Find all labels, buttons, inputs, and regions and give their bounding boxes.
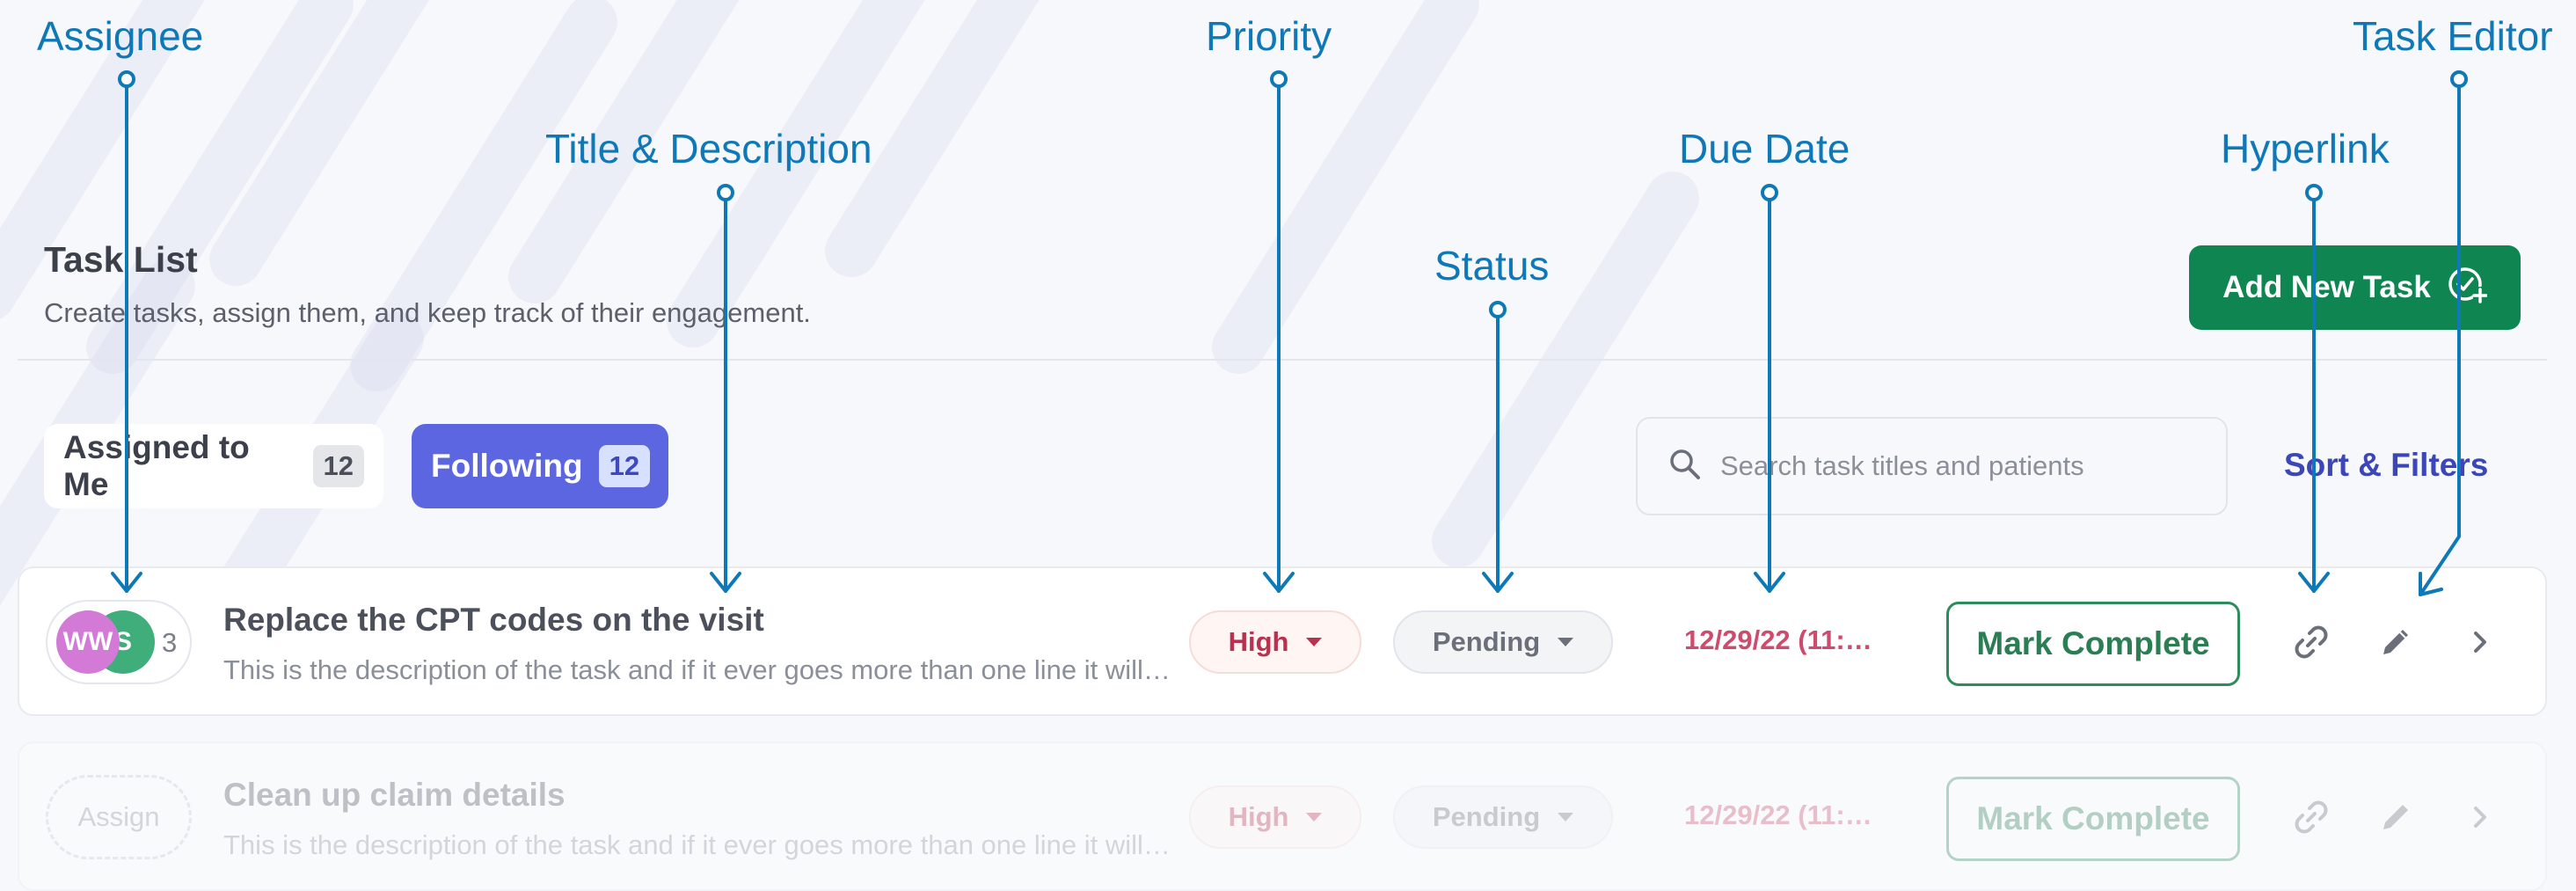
annotation-arrow-priority [1263,70,1295,593]
page-title: Task List [44,239,198,280]
task-title[interactable]: Replace the CPT codes on the visit [223,602,764,639]
search-box [1636,417,2228,515]
annotation-due-date: Due Date [1679,126,1850,172]
pencil-icon[interactable] [2375,796,2417,838]
tab-count-badge: 12 [598,445,651,487]
page-subtitle: Create tasks, assign them, and keep trac… [44,297,811,328]
task-row[interactable]: WW S 3 Replace the CPT codes on the visi… [18,566,2547,716]
due-date: 12/29/22 (11:00 AM) [1684,800,1878,830]
priority-value: High [1228,626,1289,657]
status-value: Pending [1432,801,1541,832]
add-new-task-button[interactable]: Add New Task [2189,245,2521,330]
annotation-hyperlink: Hyperlink [2221,126,2390,172]
annotation-status: Status [1434,243,1550,288]
assignee-group[interactable]: WW S 3 [46,600,192,684]
caret-down-icon [1306,638,1323,646]
avatar: WW [56,610,120,674]
search-icon [1667,447,1703,486]
annotation-arrow-status [1482,301,1514,593]
chevron-right-icon[interactable] [2459,621,2501,663]
link-icon[interactable] [2290,621,2332,663]
task-row[interactable]: Assign Clean up claim details This is th… [18,741,2547,891]
tab-count-badge: 12 [312,445,364,487]
chevron-right-icon[interactable] [2459,796,2501,838]
priority-value: High [1228,801,1289,832]
caret-down-icon [1306,813,1323,822]
mark-complete-button[interactable]: Mark Complete [1946,777,2240,861]
annotation-arrow-task-editor [2419,70,2468,596]
annotation-arrow-title [710,184,741,593]
status-dropdown[interactable]: Pending [1393,610,1613,674]
header-divider [18,359,2547,361]
annotation-assignee: Assignee [37,13,204,59]
caret-down-icon [1558,813,1574,822]
tab-assigned-to-me[interactable]: Assigned to Me 12 [44,424,383,508]
assignee-count: 3 [162,627,178,658]
tab-label: Following [431,448,583,484]
mark-complete-button[interactable]: Mark Complete [1946,602,2240,686]
annotation-title-description: Title & Description [545,126,872,172]
annotation-arrow-assignee [111,70,142,593]
add-new-task-label: Add New Task [2222,270,2431,304]
status-value: Pending [1432,626,1541,657]
task-description: This is the description of the task and … [223,829,1173,860]
sort-filters-link[interactable]: Sort & Filters [2284,447,2488,484]
status-dropdown[interactable]: Pending [1393,785,1613,849]
task-title[interactable]: Clean up claim details [223,777,566,814]
assign-button[interactable]: Assign [46,775,192,859]
tab-following[interactable]: Following 12 [412,424,668,508]
tab-label: Assigned to Me [63,429,250,502]
link-icon[interactable] [2290,796,2332,838]
pencil-icon[interactable] [2375,621,2417,663]
due-date: 12/29/22 (11:00 AM) [1684,624,1878,655]
annotation-priority: Priority [1206,13,1332,59]
priority-dropdown[interactable]: High [1189,785,1361,849]
annotation-task-editor: Task Editor [2353,13,2553,59]
annotation-arrow-due-date [1754,184,1785,593]
caret-down-icon [1558,638,1574,646]
priority-dropdown[interactable]: High [1189,610,1361,674]
check-circle-plus-icon [2447,264,2488,312]
search-input[interactable] [1719,449,2215,483]
task-description: This is the description of the task and … [223,654,1173,685]
